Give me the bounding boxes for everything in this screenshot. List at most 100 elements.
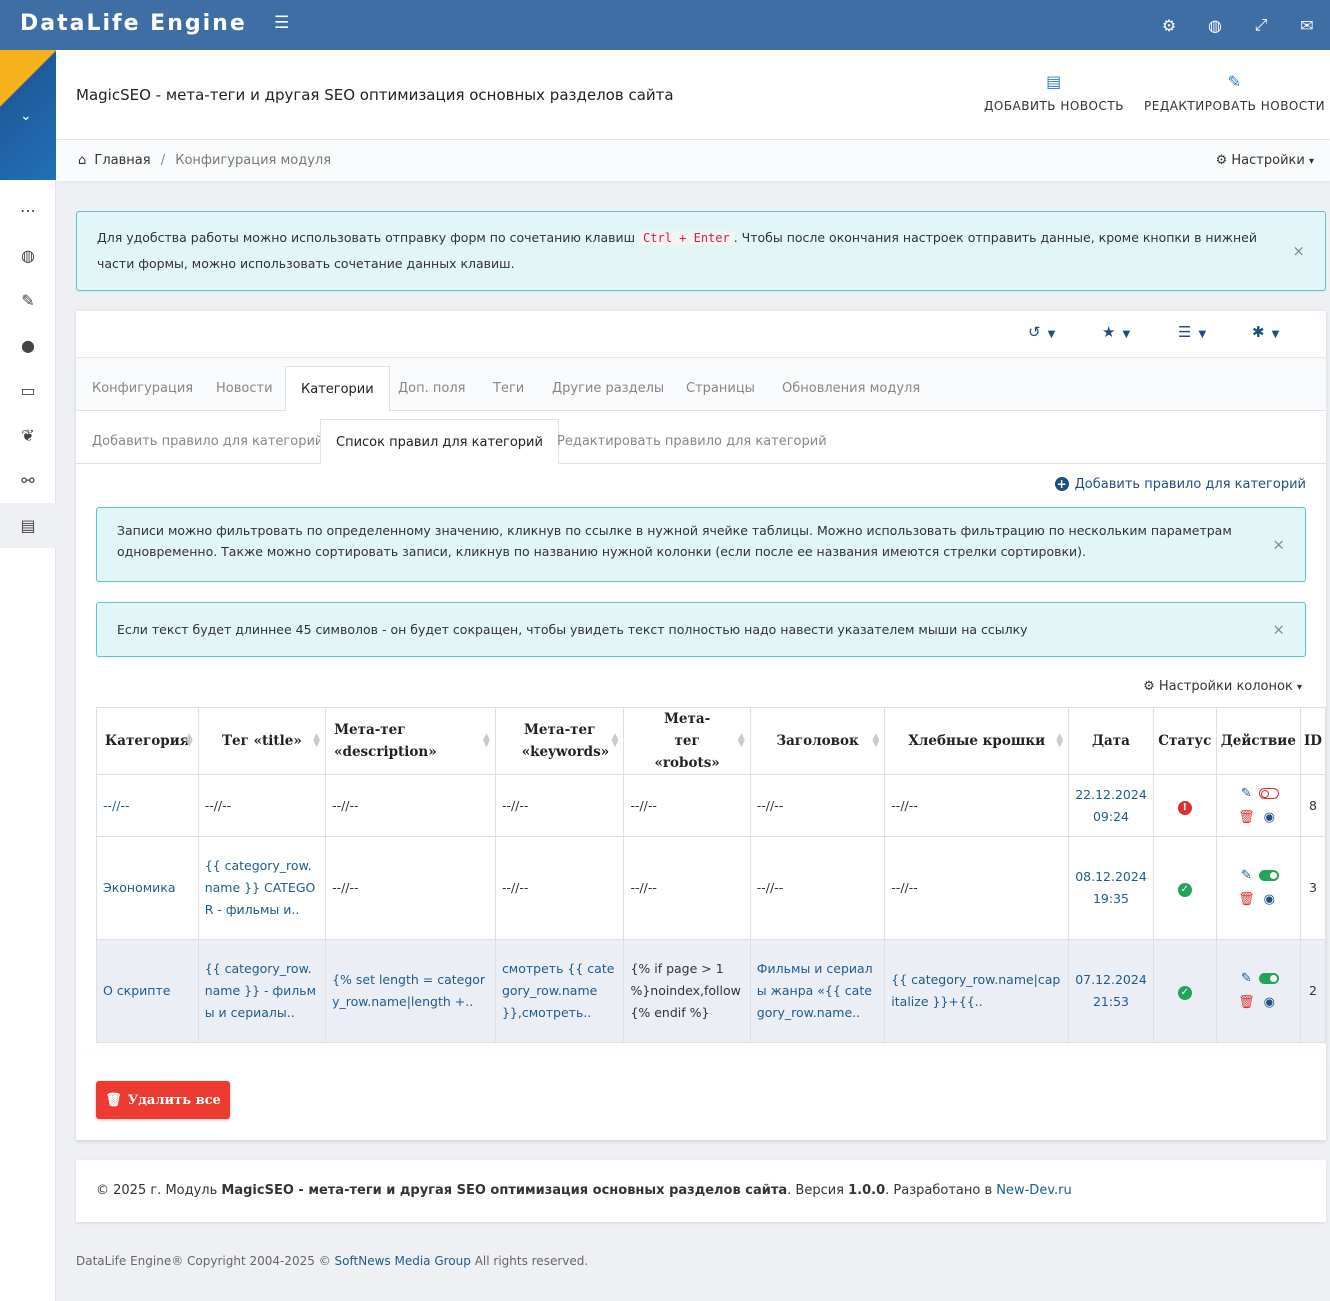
- sidebar-item-laptop[interactable]: ▭: [0, 368, 56, 413]
- close-icon[interactable]: ×: [1272, 534, 1285, 555]
- favorites-dropdown[interactable]: ★ ▼: [1102, 323, 1130, 341]
- sidebar-item-leaf[interactable]: ❦: [0, 413, 56, 458]
- robots-link[interactable]: {% if page > 1 %}noindex,follow{% endif …: [630, 961, 740, 1020]
- menu-toggle-icon[interactable]: ☰: [274, 13, 289, 33]
- edit-news-button[interactable]: ✎ РЕДАКТИРОВАТЬ НОВОСТИ: [1144, 72, 1325, 113]
- caret-down-icon: ▼: [1047, 329, 1056, 340]
- sidebar-item-link[interactable]: ⚯: [0, 458, 56, 503]
- asterisk-icon: ✱: [1252, 323, 1265, 341]
- developer-link[interactable]: New-Dev.ru: [996, 1183, 1071, 1198]
- keywords-link[interactable]: смотреть {{ category_row.name }},смотрет…: [502, 961, 614, 1020]
- description-link[interactable]: {% set length = category_row.name|length…: [332, 972, 485, 1009]
- tab-other-sections[interactable]: Другие разделы: [537, 366, 679, 411]
- status-ok-icon: ✓: [1177, 986, 1192, 1000]
- subtab-edit-rule[interactable]: Редактировать правило для категорий: [542, 419, 842, 464]
- copyright: DataLife Engine® Copyright 2004-2025 © S…: [76, 1254, 589, 1268]
- add-news-button[interactable]: ▤ ДОБАВИТЬ НОВОСТЬ: [984, 72, 1124, 113]
- globe-icon[interactable]: ◍: [1192, 0, 1238, 50]
- id-cell: 2: [1299, 939, 1327, 1043]
- chevron-down-icon: ▾: [1308, 156, 1314, 167]
- heading-link[interactable]: Фильмы и сериалы жанра «{{ category_row.…: [757, 961, 873, 1020]
- sidebar-item-more[interactable]: ⋯: [0, 188, 56, 233]
- action-cell: ✎ 🗑 ◉: [1215, 774, 1301, 837]
- trash-icon[interactable]: 🗑: [1235, 889, 1257, 911]
- category-link[interactable]: --//--: [103, 798, 129, 813]
- sidebar-item-modules[interactable]: ▤: [0, 503, 56, 548]
- heading-cell: --//--: [749, 774, 886, 837]
- eye-icon[interactable]: ◉: [1257, 807, 1281, 829]
- fullscreen-icon[interactable]: ⤢: [1238, 0, 1284, 50]
- sidebar-item-tools[interactable]: ✎: [0, 278, 56, 323]
- column-header-keywords[interactable]: Мета-тег «keywords» ▲ ▼: [494, 707, 625, 775]
- list-menu-dropdown[interactable]: ☰ ▼: [1178, 323, 1206, 341]
- history-icon: ↺: [1028, 323, 1041, 341]
- date-cell[interactable]: 07.12.2024 21:53: [1068, 939, 1154, 1043]
- category-link[interactable]: О скрипте: [103, 983, 170, 998]
- tab-configuration[interactable]: Конфигурация: [77, 366, 208, 411]
- tab-tags[interactable]: Теги: [478, 366, 539, 411]
- caret-down-icon: ▼: [1198, 329, 1207, 340]
- sort-icon: ▲ ▼: [313, 732, 321, 749]
- language-icon[interactable]: ⚙: [1146, 0, 1192, 50]
- robots-cell: --//--: [623, 774, 751, 837]
- tab-extra-fields[interactable]: Доп. поля: [383, 366, 480, 411]
- brand-logo[interactable]: DataLife Engine: [20, 11, 247, 36]
- trash-icon[interactable]: 🗑: [1235, 807, 1257, 829]
- sort-icon: ▲ ▼: [483, 732, 490, 749]
- column-header-breadcrumbs[interactable]: Хлебные крошки ▲ ▼: [884, 707, 1070, 775]
- edit-icon[interactable]: ✎: [1235, 865, 1257, 887]
- chevron-down-icon: ▾: [1296, 682, 1302, 693]
- delete-all-button[interactable]: 🗑 Удалить все: [96, 1081, 230, 1119]
- trash-icon[interactable]: 🗑: [1235, 992, 1257, 1014]
- settings-dropdown[interactable]: ⚙ Настройки ▾: [1216, 153, 1314, 168]
- toggle-on-icon[interactable]: [1257, 865, 1281, 887]
- history-dropdown[interactable]: ↺ ▼: [1028, 323, 1055, 341]
- eye-icon[interactable]: ◉: [1257, 889, 1281, 911]
- page-title: MagicSEO - мета-теги и другая SEO оптими…: [76, 86, 674, 104]
- sort-icon: ▲ ▼: [185, 732, 193, 749]
- tab-categories[interactable]: Категории: [285, 366, 390, 412]
- id-cell: 3: [1299, 836, 1327, 940]
- module-name: MagicSEO - мета-теги и другая SEO оптими…: [221, 1183, 788, 1198]
- column-header-category[interactable]: Категория ▲ ▼: [96, 707, 199, 775]
- column-header-robots[interactable]: Мета-тег «robots» ▲ ▼: [623, 707, 751, 775]
- tab-news[interactable]: Новости: [201, 366, 288, 411]
- column-header-heading[interactable]: Заголовок ▲ ▼: [749, 707, 886, 775]
- eye-icon[interactable]: ◉: [1257, 992, 1281, 1014]
- category-link[interactable]: Экономика: [103, 880, 176, 895]
- date-cell[interactable]: 22.12.2024 09:24: [1068, 774, 1154, 837]
- id-cell: 8: [1299, 774, 1327, 837]
- breadcrumbs-cell: --//--: [884, 774, 1070, 837]
- subtab-rule-list[interactable]: Список правил для категорий: [320, 419, 559, 465]
- add-rule-link[interactable]: + Добавить правило для категорий: [1054, 477, 1306, 492]
- toggle-off-icon[interactable]: [1257, 783, 1281, 805]
- date-cell[interactable]: 08.12.2024 19:35: [1068, 836, 1154, 940]
- column-header-id: ID: [1299, 707, 1327, 775]
- title-cell: --//--: [197, 774, 327, 837]
- main-panel: ↺ ▼ ★ ▼ ☰ ▼ ✱ ▼ Конфигурация Новости Категор…: [76, 311, 1327, 1056]
- breadcrumb-home[interactable]: Главная: [94, 153, 150, 168]
- company-link[interactable]: SoftNews Media Group: [335, 1254, 471, 1268]
- edit-icon[interactable]: ✎: [1235, 968, 1257, 990]
- column-header-title[interactable]: Тег «title» ▲ ▼: [197, 707, 327, 775]
- sidebar-item-user[interactable]: ●: [0, 323, 56, 368]
- add-news-label: ДОБАВИТЬ НОВОСТЬ: [984, 99, 1124, 113]
- column-settings-dropdown[interactable]: ⚙ Настройки колонок ▾: [1143, 679, 1302, 694]
- close-icon[interactable]: ×: [1272, 603, 1285, 656]
- tab-module-updates[interactable]: Обновления модуля: [767, 366, 935, 411]
- column-header-description[interactable]: Мета-тег «description» ▲ ▼: [325, 707, 496, 775]
- subtab-add-rule[interactable]: Добавить правило для категорий: [77, 419, 338, 464]
- action-cell: ✎ 🗑 ◉: [1215, 939, 1301, 1043]
- sidebar-logo[interactable]: ⌄: [0, 50, 56, 180]
- sidebar-item-globe[interactable]: ◍: [0, 233, 56, 278]
- edit-icon[interactable]: ✎: [1235, 783, 1257, 805]
- close-icon[interactable]: ×: [1292, 238, 1305, 264]
- breadcrumbs-link[interactable]: {{ category_row.name|capitalize }}+{{..: [891, 972, 1060, 1009]
- title-link[interactable]: {{ category_row.name }} - фильмы и сериа…: [205, 961, 316, 1020]
- asterisk-dropdown[interactable]: ✱ ▼: [1252, 323, 1279, 341]
- title-link[interactable]: {{ category_row.name }} CATEGOR - фильмы…: [205, 858, 316, 917]
- toggle-on-icon[interactable]: [1257, 968, 1281, 990]
- sidebar: ⌄ ⋯ ◍ ✎ ● ▭ ❦ ⚯ ▤: [0, 50, 56, 1301]
- mail-icon[interactable]: ✉: [1284, 0, 1330, 50]
- tab-pages[interactable]: Страницы: [671, 366, 770, 411]
